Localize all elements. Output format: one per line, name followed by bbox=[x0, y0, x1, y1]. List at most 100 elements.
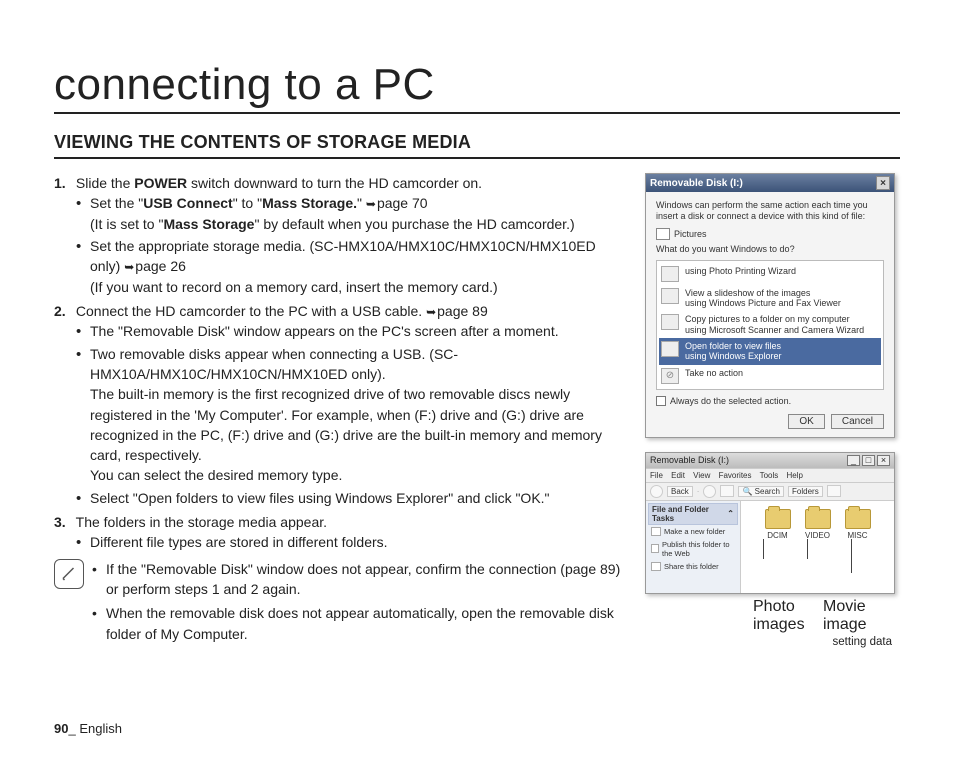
dialog-option-3[interactable]: Copy pictures to a folder on my computer… bbox=[659, 311, 881, 338]
s2b2-l2: The built-in memory is the first recogni… bbox=[90, 386, 602, 463]
explorer-toolbar: Back · 🔍 Search Folders bbox=[646, 483, 894, 501]
search-button[interactable]: 🔍 Search bbox=[738, 486, 784, 497]
si2: Publish this folder to the Web bbox=[662, 540, 735, 558]
folder-open-icon bbox=[661, 341, 679, 357]
dialog-option-5[interactable]: ⊘Take no action bbox=[659, 365, 881, 387]
minimize-icon[interactable]: _ bbox=[847, 455, 860, 466]
share-icon bbox=[651, 562, 661, 571]
back-button[interactable]: Back bbox=[667, 486, 693, 497]
f1: DCIM bbox=[767, 531, 787, 540]
folder-video[interactable]: VIDEO bbox=[805, 509, 831, 540]
folder-dcim[interactable]: DCIM bbox=[765, 509, 791, 540]
views-icon[interactable] bbox=[827, 485, 841, 497]
s1b2-l2: (If you want to record on a memory card,… bbox=[90, 279, 498, 295]
pageref-arrow-icon bbox=[124, 258, 135, 274]
step-2-num: 2. bbox=[54, 301, 72, 321]
step-2-bullet-1: The "Removable Disk" window appears on t… bbox=[90, 321, 627, 341]
dialog-option-2[interactable]: View a slideshow of the imagesusing Wind… bbox=[659, 285, 881, 312]
folder-icon bbox=[805, 509, 831, 529]
dialog-titlebar: Removable Disk (I:) × bbox=[646, 174, 894, 192]
opt4-label: Open folder to view filesusing Windows E… bbox=[685, 341, 782, 362]
folder-misc[interactable]: MISC bbox=[845, 509, 871, 540]
pictures-icon bbox=[656, 228, 670, 240]
cancel-button[interactable]: Cancel bbox=[831, 414, 884, 429]
side-item-share[interactable]: Share this folder bbox=[648, 560, 738, 573]
folder-icon bbox=[845, 509, 871, 529]
callout-setting: setting data bbox=[645, 636, 900, 648]
side-header[interactable]: File and Folder Tasks ⌃ bbox=[648, 503, 738, 525]
step-2-text: Connect the HD camcorder to the PC with … bbox=[76, 303, 426, 319]
menu-view[interactable]: View bbox=[693, 471, 710, 480]
step-3-text: The folders in the storage media appear. bbox=[76, 514, 327, 530]
ok-button[interactable]: OK bbox=[788, 414, 824, 429]
note-bullet-2: When the removable disk does not appear … bbox=[106, 603, 627, 644]
step-1: 1. Slide the POWER switch downward to tu… bbox=[54, 173, 627, 297]
step-1-text-pre: Slide the bbox=[76, 175, 134, 191]
folders-button[interactable]: Folders bbox=[788, 486, 823, 497]
step-3: 3. The folders in the storage media appe… bbox=[54, 512, 627, 553]
step-2-bullet-3: Select "Open folders to view files using… bbox=[90, 488, 627, 508]
close-icon[interactable]: × bbox=[877, 455, 890, 466]
s2b3: Select "Open folders to view files using… bbox=[90, 490, 550, 506]
dialog-pic-row: Pictures bbox=[656, 228, 884, 240]
checkbox-icon[interactable] bbox=[656, 396, 666, 406]
step-1-text-post: switch downward to turn the HD camcorder… bbox=[187, 175, 482, 191]
si3: Share this folder bbox=[664, 562, 719, 571]
menu-edit[interactable]: Edit bbox=[671, 471, 685, 480]
newfolder-icon bbox=[651, 527, 661, 536]
step-3-num: 3. bbox=[54, 512, 72, 532]
menu-file[interactable]: File bbox=[650, 471, 663, 480]
explorer-menubar[interactable]: File Edit View Favorites Tools Help bbox=[646, 468, 894, 483]
menu-help[interactable]: Help bbox=[787, 471, 803, 480]
pageref-arrow-icon bbox=[366, 195, 377, 211]
opt5-label: Take no action bbox=[685, 368, 743, 378]
forward-button-icon[interactable] bbox=[703, 485, 716, 498]
dialog-checkbox-row[interactable]: Always do the selected action. bbox=[656, 396, 884, 406]
s1b1-l2b: Mass Storage bbox=[163, 216, 254, 232]
explorer-side-panel: File and Folder Tasks ⌃ Make a new folde… bbox=[646, 501, 741, 593]
collapse-icon[interactable]: ⌃ bbox=[727, 509, 734, 518]
folder-icon bbox=[765, 509, 791, 529]
s1b1-l2pre: (It is set to " bbox=[90, 216, 163, 232]
footer-sep: _ bbox=[68, 721, 79, 736]
s1b1-pageref: page 70 bbox=[377, 195, 428, 211]
dialog-title: Removable Disk (I:) bbox=[650, 178, 743, 189]
step-1-bold: POWER bbox=[134, 175, 187, 191]
step-1-bullet-2: Set the appropriate storage media. (SC-H… bbox=[90, 236, 627, 297]
main-column: 1. Slide the POWER switch downward to tu… bbox=[54, 173, 627, 648]
side-item-newfolder[interactable]: Make a new folder bbox=[648, 525, 738, 538]
up-icon[interactable] bbox=[720, 485, 734, 497]
section-title: VIEWING THE CONTENTS OF STORAGE MEDIA bbox=[54, 132, 900, 159]
step-2-pageref: page 89 bbox=[437, 303, 488, 319]
menu-favorites[interactable]: Favorites bbox=[719, 471, 752, 480]
dialog-option-list[interactable]: using Photo Printing Wizard View a slide… bbox=[656, 260, 884, 390]
s1b1-l2post: " by default when you purchase the HD ca… bbox=[254, 216, 574, 232]
page-footer: 90_ English bbox=[54, 721, 122, 736]
pageref-arrow-icon bbox=[426, 303, 437, 319]
dialog-intro: Windows can perform the same action each… bbox=[656, 200, 884, 223]
explorer-title: Removable Disk (I:) bbox=[650, 455, 729, 465]
maximize-icon[interactable]: □ bbox=[862, 455, 875, 466]
step-3-bullet-1: Different file types are stored in diffe… bbox=[90, 532, 627, 552]
opt1-label: using Photo Printing Wizard bbox=[685, 266, 796, 276]
s1b1-b1: USB Connect bbox=[143, 195, 232, 211]
callout-movie: Movie image bbox=[823, 598, 899, 634]
dialog-option-4[interactable]: Open folder to view filesusing Windows E… bbox=[659, 338, 881, 365]
page-title: connecting to a PC bbox=[54, 60, 900, 114]
dialog-pic-label: Pictures bbox=[674, 229, 707, 239]
side-item-publish[interactable]: Publish this folder to the Web bbox=[648, 538, 738, 560]
back-button-icon[interactable] bbox=[650, 485, 663, 498]
printer-icon bbox=[661, 266, 679, 282]
page-number: 90 bbox=[54, 721, 68, 736]
s3b1: Different file types are stored in diffe… bbox=[90, 534, 388, 550]
close-icon[interactable]: × bbox=[876, 176, 890, 190]
explorer-main: DCIM VIDEO MISC bbox=[741, 501, 894, 593]
s1b1-pre: Set the " bbox=[90, 195, 143, 211]
s2b2: Two removable disks appear when connecti… bbox=[90, 346, 458, 382]
opt3-label: Copy pictures to a folder on my computer… bbox=[685, 314, 864, 335]
side-column: Removable Disk (I:) × Windows can perfor… bbox=[645, 173, 900, 648]
scanner-icon bbox=[661, 314, 679, 330]
step-2: 2. Connect the HD camcorder to the PC wi… bbox=[54, 301, 627, 508]
dialog-option-1[interactable]: using Photo Printing Wizard bbox=[659, 263, 881, 285]
menu-tools[interactable]: Tools bbox=[760, 471, 779, 480]
